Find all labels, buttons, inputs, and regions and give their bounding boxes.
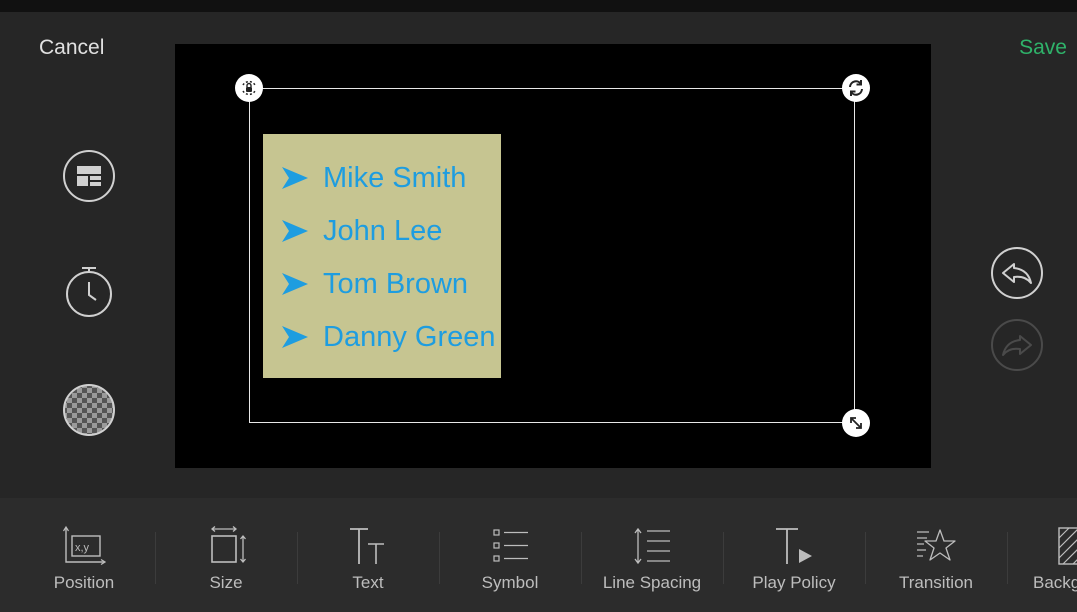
list-item: Danny Green [281, 317, 496, 357]
toolbar-label: Position [53, 573, 115, 592]
play-policy-icon [776, 528, 812, 564]
toolbar-background[interactable]: Backg [1007, 498, 1077, 612]
list-item: Tom Brown [281, 264, 468, 304]
resize-handle[interactable] [842, 409, 870, 437]
text-box[interactable]: Mike Smith John Lee Tom Brown Danny Gree… [263, 134, 501, 378]
lock-icon [242, 80, 256, 96]
lock-handle[interactable] [235, 74, 263, 102]
symbol-icon [493, 529, 528, 562]
timer-icon [66, 267, 112, 317]
arrow-bullet-icon [282, 167, 308, 189]
transparency-icon [63, 384, 115, 436]
save-button[interactable]: Save [1019, 36, 1067, 60]
arrow-bullet-icon [282, 273, 308, 295]
list-item-label: John Lee [323, 214, 443, 247]
list-item-label: Tom Brown [323, 267, 469, 300]
list-item-label: Danny Green [323, 320, 496, 353]
line-spacing-icon [634, 527, 670, 565]
text-icon [350, 528, 384, 564]
redo-button[interactable] [990, 318, 1044, 372]
position-icon: x,y [62, 525, 106, 566]
toolbar-label: Text [352, 573, 384, 592]
list-item: Mike Smith [281, 158, 466, 198]
toolbar-label: Play Policy [752, 573, 836, 592]
size-icon [210, 526, 246, 564]
timer-button[interactable] [62, 264, 116, 318]
toolbar-transition[interactable]: Transition [865, 498, 1007, 612]
toolbar-size[interactable]: Size [155, 498, 297, 612]
resize-icon [850, 417, 862, 429]
rotate-handle[interactable] [842, 74, 870, 102]
toolbar-play-policy[interactable]: Play Policy [723, 498, 865, 612]
toolbar-label: Size [209, 573, 243, 592]
toolbar-label: Transition [898, 573, 973, 592]
toolbar-line-spacing[interactable]: Line Spacing [581, 498, 723, 612]
bottom-toolbar: x,y Position Size Text Symbol Line Spaci… [0, 498, 1077, 612]
toolbar-position[interactable]: x,y Position [13, 498, 155, 612]
layout-icon [63, 150, 115, 202]
toolbar-label: Symbol [481, 573, 539, 592]
undo-icon [991, 247, 1043, 299]
arrow-bullet-icon [282, 326, 308, 348]
layout-button[interactable] [62, 149, 116, 203]
arrow-bullet-icon [282, 220, 308, 242]
background-icon [1058, 527, 1077, 565]
list-item-label: Mike Smith [323, 161, 467, 194]
toolbar-symbol[interactable]: Symbol [439, 498, 581, 612]
undo-button[interactable] [990, 246, 1044, 300]
toolbar-label: Backg [1033, 573, 1077, 592]
rotate-icon [849, 80, 863, 96]
svg-text:x,y: x,y [75, 542, 90, 554]
status-bar [0, 0, 1077, 12]
list-item: John Lee [281, 211, 442, 251]
redo-icon [991, 319, 1043, 371]
transparency-button[interactable] [62, 383, 116, 437]
toolbar-text[interactable]: Text [297, 498, 439, 612]
cancel-button[interactable]: Cancel [39, 36, 104, 60]
transition-icon [917, 529, 956, 561]
toolbar-label: Line Spacing [602, 573, 702, 592]
